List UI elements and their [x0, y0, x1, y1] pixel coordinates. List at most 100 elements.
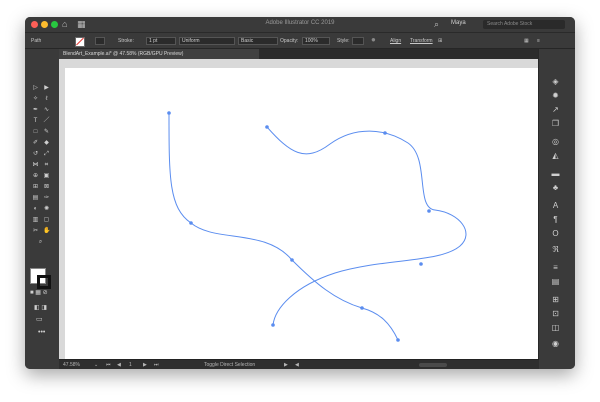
artboard-last-icon[interactable]: ⏭	[154, 362, 159, 368]
zoom-icon[interactable]: ⌕	[37, 239, 44, 246]
path-left[interactable]	[168, 112, 399, 341]
shape-builder-icon[interactable]: ⊕	[32, 173, 39, 180]
status-bar: 47.58% ⌄ ⏮ ◀ 1 ▶ ⏭ Toggle Direct Selecti…	[59, 359, 539, 369]
eyedropper-icon[interactable]: ✑	[43, 195, 50, 202]
transform-link[interactable]: Transform	[410, 38, 433, 44]
line-icon[interactable]: ／	[43, 118, 50, 125]
search-help-icon[interactable]: ⌕	[434, 19, 439, 30]
export-icon[interactable]: ↗	[551, 105, 560, 114]
rectangle-icon[interactable]: □	[32, 129, 39, 136]
mesh-icon[interactable]: ⊠	[43, 184, 50, 191]
variable-width-profile-select[interactable]: Uniform	[179, 37, 235, 45]
slice-icon[interactable]: ✂	[32, 228, 39, 235]
zoom-level[interactable]: 47.58%	[63, 362, 80, 368]
anchor-point[interactable]	[383, 131, 387, 135]
color-guide-icon[interactable]: ◉	[551, 339, 560, 348]
document-tab[interactable]: BlendArt_Example.ai* @ 47.58% (RGB/GPU P…	[59, 49, 259, 59]
anchor-point[interactable]	[265, 125, 269, 129]
anchor-point[interactable]	[189, 221, 193, 225]
brush-definition-select[interactable]: Basic	[238, 37, 278, 45]
column-graph-icon[interactable]: ▥	[32, 217, 39, 224]
stroke-color-swatch[interactable]	[37, 275, 51, 289]
align-icon[interactable]: ⊞	[551, 295, 560, 304]
eraser-icon[interactable]: ◆	[43, 140, 50, 147]
stroke-weight-field[interactable]: 1 pt	[146, 37, 176, 45]
rotate-icon[interactable]: ↺	[32, 151, 39, 158]
artboard-icon[interactable]: ▢	[43, 217, 50, 224]
control-bar-menu-icon[interactable]: ≡	[537, 38, 540, 44]
layers-icon[interactable]: ❐	[551, 119, 560, 128]
recolor-artwork-icon[interactable]: ●	[371, 35, 376, 44]
symbol-sprayer-icon[interactable]: ✺	[43, 206, 50, 213]
user-menu[interactable]: Maya	[451, 20, 466, 26]
artboard-next-icon[interactable]: ▶	[143, 362, 147, 368]
graphic-style-swatch[interactable]	[352, 37, 364, 45]
path-right[interactable]	[266, 126, 467, 326]
artboard[interactable]	[65, 68, 545, 369]
magic-wand-icon[interactable]: ✧	[32, 96, 39, 103]
anchor-point[interactable]	[360, 306, 364, 310]
draw-mode-icon[interactable]: ◧ ◨	[34, 304, 50, 311]
width-icon[interactable]: ⋈	[32, 162, 39, 169]
blend-icon[interactable]: ◐	[32, 206, 39, 213]
graphic-styles-icon[interactable]: ◭	[551, 151, 560, 160]
fill-swatch[interactable]	[75, 37, 85, 47]
anchor-point[interactable]	[427, 209, 431, 213]
paintbrush-icon[interactable]: ✎	[43, 129, 50, 136]
pen-icon[interactable]: ✒	[32, 107, 39, 114]
search-input[interactable]: Search Adobe Stock	[483, 20, 565, 29]
stroke-icon[interactable]: ≡	[551, 263, 560, 272]
arrange-documents-icon[interactable]: ▦	[524, 38, 529, 44]
pathfinder-icon[interactable]: ⊡	[551, 309, 560, 318]
image-trace-icon[interactable]: ▬	[551, 169, 560, 178]
align-link[interactable]: Align	[390, 38, 401, 44]
title-bar: ⌂ ▦ Adobe Illustrator CC 2019 ⌕ Maya Sea…	[25, 17, 575, 32]
free-transform-icon[interactable]: ⌗	[43, 162, 50, 169]
character-icon[interactable]: A	[551, 201, 560, 210]
opacity-label[interactable]: Opacity:	[280, 38, 298, 44]
current-tool-status[interactable]: Toggle Direct Selection	[204, 362, 255, 368]
scale-icon[interactable]: ⤢	[43, 151, 50, 158]
direct-selection-icon[interactable]: ▶	[43, 85, 50, 92]
lasso-icon[interactable]: ℓ	[43, 96, 50, 103]
color-mode-icon[interactable]: ■ ▦ ⊘	[30, 289, 54, 296]
libraries-icon[interactable]: ◈	[551, 77, 560, 86]
opacity-field[interactable]: 100%	[302, 37, 330, 45]
anchor-point[interactable]	[396, 338, 400, 342]
isolate-icon[interactable]: ⊞	[438, 38, 442, 44]
edit-toolbar-icon[interactable]: •••	[38, 329, 48, 337]
control-bar: Path Stroke: 1 pt Uniform Basic Opacity:…	[25, 32, 575, 49]
perspective-icon[interactable]: ⊞	[32, 184, 39, 191]
paragraph-icon[interactable]: ¶	[551, 215, 560, 224]
horizontal-scroll-thumb[interactable]	[419, 363, 447, 367]
opentype-icon[interactable]: O	[551, 229, 560, 238]
properties-icon[interactable]: ✹	[551, 91, 560, 100]
status-play-icon[interactable]: ▶	[284, 362, 288, 368]
artboard-first-icon[interactable]: ⏮	[106, 362, 111, 368]
glyphs-icon[interactable]: ℜ	[551, 245, 560, 254]
screen-mode-icon[interactable]: ▭	[36, 315, 48, 323]
gradient-icon[interactable]: ▤	[551, 277, 560, 286]
anchor-point[interactable]	[290, 258, 294, 262]
shaper-icon[interactable]: ✐	[32, 140, 39, 147]
appearance-icon[interactable]: ◎	[551, 137, 560, 146]
artboard-prev-icon[interactable]: ◀	[117, 362, 121, 368]
anchor-point[interactable]	[419, 262, 423, 266]
artboard-number[interactable]: 1	[129, 362, 132, 368]
status-left-arrow-icon[interactable]: ◀	[295, 362, 299, 368]
gradient-icon[interactable]: ▤	[32, 195, 39, 202]
style-label: Style:	[337, 38, 350, 44]
stroke-swatch[interactable]	[95, 37, 105, 45]
blend-paths-svg[interactable]	[65, 68, 545, 369]
curvature-icon[interactable]: ∿	[43, 107, 50, 114]
stroke-label[interactable]: Stroke:	[118, 38, 134, 44]
live-paint-icon[interactable]: ▣	[43, 173, 50, 180]
symbols-icon[interactable]: ♣	[551, 183, 560, 192]
type-icon[interactable]: T	[32, 118, 39, 125]
zoom-dropdown-icon[interactable]: ⌄	[94, 362, 98, 368]
hand-icon[interactable]: ✋	[43, 228, 50, 235]
selection-icon[interactable]: ▷	[32, 85, 39, 92]
anchor-point[interactable]	[167, 111, 171, 115]
transparency-icon[interactable]: ◫	[551, 323, 560, 332]
anchor-point[interactable]	[271, 323, 275, 327]
